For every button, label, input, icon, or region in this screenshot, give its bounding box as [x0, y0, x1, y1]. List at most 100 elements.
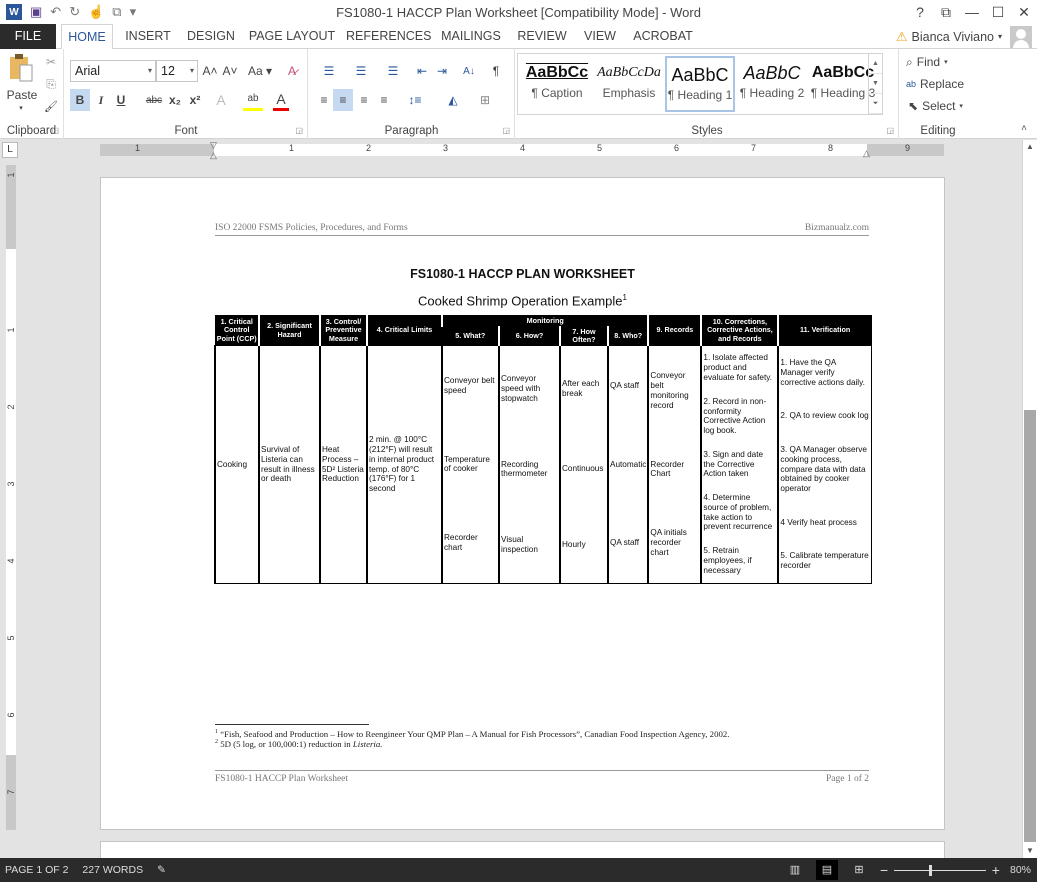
- multilevel-list-icon[interactable]: ☰: [379, 61, 407, 81]
- web-layout-icon[interactable]: ⊞: [848, 860, 870, 880]
- find-button[interactable]: ⌕ Find ▾: [906, 53, 948, 71]
- table-cell[interactable]: Cooking: [214, 345, 260, 584]
- table-cell[interactable]: Survival of Listeria can result in illne…: [258, 345, 321, 584]
- grow-font-icon[interactable]: A˄: [201, 61, 219, 81]
- table-cell[interactable]: Conveyor belt monitoring record Recorder…: [647, 345, 702, 584]
- ribbon-display-options-icon[interactable]: ⧉: [933, 4, 959, 21]
- tab-references[interactable]: REFERENCES: [346, 24, 431, 49]
- right-indent-marker[interactable]: △: [863, 148, 870, 159]
- undo-icon[interactable]: ↶: [50, 4, 61, 20]
- zoom-slider-thumb[interactable]: [928, 865, 932, 876]
- paste-icon[interactable]: [6, 53, 36, 83]
- decrease-indent-icon[interactable]: ⇤: [413, 61, 431, 81]
- more-styles-icon[interactable]: ⏷: [869, 94, 882, 114]
- numbering-icon[interactable]: ☰: [347, 61, 375, 81]
- table-cell[interactable]: Heat Process – 5D² Listeria Reduction: [319, 345, 368, 584]
- table-cell[interactable]: 2 min. @ 100°C (212°F) will result in in…: [366, 345, 443, 584]
- font-size-input[interactable]: 12 ▾: [156, 60, 198, 82]
- sort-icon[interactable]: A↓: [459, 61, 479, 81]
- page-count[interactable]: PAGE 1 OF 2: [5, 864, 68, 876]
- table-cell[interactable]: 1. Isolate affected product and evaluate…: [700, 345, 779, 584]
- bullets-icon[interactable]: ☰: [315, 61, 343, 81]
- subscript-button[interactable]: x₂: [166, 89, 184, 111]
- print-layout-icon[interactable]: ▤: [815, 860, 838, 880]
- table-cell[interactable]: After each break Continuous Hourly: [559, 345, 609, 584]
- zoom-in-icon[interactable]: +: [992, 862, 1000, 878]
- font-launcher-icon[interactable]: ◲: [295, 126, 303, 135]
- read-mode-icon[interactable]: ▥: [784, 860, 806, 880]
- close-icon[interactable]: ✕: [1011, 4, 1037, 21]
- customize-qat-icon[interactable]: ▾: [130, 4, 137, 20]
- table-cell[interactable]: 1. Have the QA Manager verify corrective…: [777, 345, 872, 584]
- word-count[interactable]: 227 WORDS: [82, 864, 143, 876]
- collapse-ribbon-icon[interactable]: ˄: [1021, 123, 1027, 134]
- italic-button[interactable]: I: [93, 89, 109, 111]
- format-painter-icon[interactable]: 🖌: [42, 97, 60, 115]
- change-case-button[interactable]: Aa ▾: [245, 61, 275, 81]
- new-window-icon[interactable]: ⧉: [112, 4, 121, 20]
- avatar[interactable]: [1010, 25, 1032, 48]
- scroll-up-icon[interactable]: ▲: [1023, 140, 1037, 154]
- style-heading-1[interactable]: AaBbC ¶ Heading 1: [665, 56, 735, 112]
- superscript-button[interactable]: x²: [186, 89, 204, 111]
- line-spacing-icon[interactable]: ↕≡: [401, 89, 429, 111]
- tab-view[interactable]: VIEW: [578, 24, 622, 49]
- tab-design[interactable]: DESIGN: [183, 24, 239, 49]
- borders-icon[interactable]: ⊞: [473, 89, 497, 111]
- tab-insert[interactable]: INSERT: [120, 24, 176, 49]
- tab-acrobat[interactable]: ACROBAT: [630, 24, 696, 49]
- zoom-slider[interactable]: − +: [880, 860, 1000, 880]
- scroll-down-icon[interactable]: ▼: [1023, 844, 1037, 858]
- tab-selector[interactable]: L: [2, 142, 18, 158]
- vertical-scrollbar[interactable]: ▲ ▼: [1022, 140, 1037, 858]
- copy-icon[interactable]: ⎘: [42, 75, 60, 93]
- select-button[interactable]: ⬉ Select ▾: [908, 97, 963, 115]
- align-center-icon[interactable]: ≡: [333, 89, 353, 111]
- paragraph-launcher-icon[interactable]: ◲: [502, 126, 510, 135]
- paste-dropdown-icon[interactable]: ▾: [14, 103, 28, 113]
- zoom-track[interactable]: [893, 870, 986, 871]
- show-formatting-marks-icon[interactable]: ¶: [487, 61, 505, 81]
- highlight-color-icon[interactable]: ab: [243, 89, 263, 111]
- styles-launcher-icon[interactable]: ◲: [886, 126, 894, 135]
- cut-icon[interactable]: ✂: [42, 53, 60, 71]
- justify-icon[interactable]: ≡: [375, 89, 393, 111]
- replace-button[interactable]: ab Replace: [906, 75, 964, 93]
- scrollbar-thumb[interactable]: [1024, 410, 1036, 842]
- font-color-icon[interactable]: A: [273, 89, 289, 111]
- shrink-font-icon[interactable]: A˅: [221, 61, 239, 81]
- scroll-down-icon[interactable]: ▼: [869, 74, 882, 94]
- document-page[interactable]: ISO 22000 FSMS Policies, Procedures, and…: [100, 177, 945, 830]
- shading-icon[interactable]: ◭: [441, 89, 465, 111]
- proofing-icon[interactable]: ✎: [157, 864, 166, 876]
- tab-page-layout[interactable]: PAGE LAYOUT: [247, 24, 337, 49]
- zoom-out-icon[interactable]: −: [880, 862, 888, 878]
- touch-mode-icon[interactable]: ☝: [88, 4, 104, 20]
- zoom-level[interactable]: 80%: [1010, 864, 1031, 876]
- tab-review[interactable]: REVIEW: [514, 24, 570, 49]
- font-name-input[interactable]: Arial ▾: [70, 60, 156, 82]
- strikethrough-button[interactable]: abc: [143, 89, 165, 111]
- increase-indent-icon[interactable]: ⇥: [433, 61, 451, 81]
- chevron-down-icon[interactable]: ▾: [148, 61, 152, 81]
- user-account[interactable]: ⚠ Bianca Viviano ▾: [896, 24, 1037, 49]
- style-emphasis[interactable]: AaBbCcDa Emphasis: [594, 56, 664, 112]
- table-cell[interactable]: QA staff Automatic QA staff: [606, 345, 649, 584]
- style-caption[interactable]: AaBbCc ¶ Caption: [522, 56, 592, 112]
- table-cell[interactable]: Conveyor belt speed Temperature of cooke…: [441, 345, 500, 584]
- chevron-down-icon[interactable]: ▾: [190, 61, 194, 81]
- table-cell[interactable]: Conveyor speed with stopwatch Recording …: [498, 345, 561, 584]
- minimize-icon[interactable]: —: [959, 4, 985, 20]
- align-left-icon[interactable]: ≡: [315, 89, 333, 111]
- chevron-down-icon[interactable]: ▾: [998, 32, 1002, 41]
- vertical-ruler[interactable]: 1 1 2 3 4 5 6 7: [6, 165, 16, 830]
- text-effects-icon[interactable]: A: [213, 89, 229, 111]
- paste-button[interactable]: Paste: [4, 87, 40, 103]
- save-icon[interactable]: ▣: [30, 4, 42, 20]
- help-icon[interactable]: ?: [907, 4, 933, 20]
- maximize-icon[interactable]: ☐: [985, 4, 1011, 21]
- style-heading-2[interactable]: AaBbC ¶ Heading 2: [737, 56, 807, 112]
- underline-button[interactable]: U: [113, 89, 129, 111]
- tab-file[interactable]: FILE: [0, 24, 56, 49]
- clipboard-launcher-icon[interactable]: ◲: [51, 126, 59, 135]
